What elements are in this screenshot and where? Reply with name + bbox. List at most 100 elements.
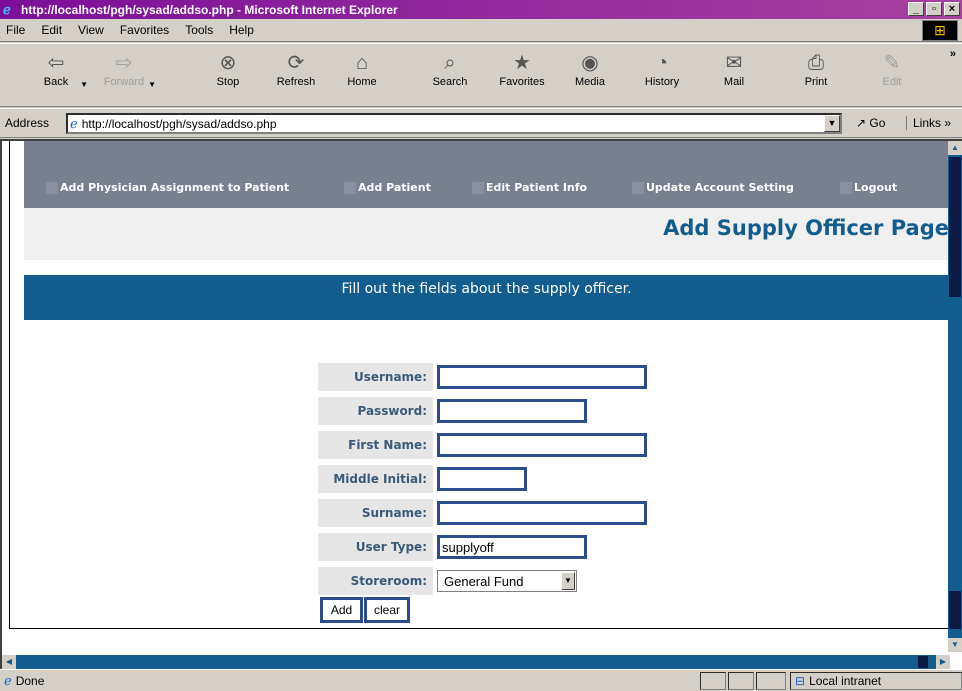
storeroom-selected-value: General Fund [444, 573, 524, 589]
vertical-scrollbar[interactable]: ▲ ▼ [948, 141, 962, 652]
links-button[interactable]: Links » [906, 116, 951, 130]
menu-favorites[interactable]: Favorites [120, 23, 169, 37]
nav-bullet-icon [46, 181, 58, 194]
user-type-label: User Type: [318, 533, 433, 561]
storeroom-select[interactable]: General Fund ▼ [437, 570, 577, 592]
horizontal-scrollbar-thumb[interactable] [918, 656, 928, 668]
middle-initial-row: Middle Initial: [318, 465, 527, 493]
add-button[interactable]: Add [320, 597, 363, 623]
user-type-input[interactable]: supplyoff [437, 535, 587, 559]
menu-view[interactable]: View [78, 23, 104, 37]
history-button[interactable]: ◔ History [634, 50, 690, 88]
clear-button[interactable]: clear [364, 597, 410, 623]
scroll-down-icon[interactable]: ▼ [948, 638, 962, 652]
nav-logout[interactable]: Logout [840, 181, 897, 194]
nav-add-patient[interactable]: Add Patient [344, 181, 431, 194]
mail-button[interactable]: ✉ Mail [706, 50, 762, 88]
address-bar: Address ℯ http://localhost/pgh/sysad/add… [0, 108, 962, 138]
address-input[interactable]: ℯ http://localhost/pgh/sysad/addso.php ▼ [66, 113, 842, 134]
status-bar: ℯ Done ⊟ Local intranet [0, 669, 962, 691]
back-arrow-icon: ⇦ [47, 52, 65, 74]
title-bar: ℯ http://localhost/pgh/sysad/addso.php -… [0, 0, 962, 19]
nav-edit-patient-info[interactable]: Edit Patient Info [472, 181, 587, 194]
nav-bullet-icon [632, 181, 644, 194]
stop-icon: ⊗ [219, 52, 237, 74]
history-icon: ◔ [655, 52, 669, 74]
scroll-up-icon[interactable]: ▲ [948, 141, 962, 155]
status-panel [728, 672, 754, 690]
nav-add-physician-assignment[interactable]: Add Physician Assignment to Patient [46, 181, 289, 194]
search-icon: ⌕ [444, 52, 456, 74]
edit-icon: ✎ [883, 52, 901, 74]
horizontal-scrollbar[interactable]: ◀ ▶ [2, 655, 950, 669]
content-viewport: Add Physician Assignment to Patient Add … [0, 139, 962, 669]
refresh-button[interactable]: ⟳ Refresh [268, 50, 324, 88]
favorites-icon: ★ [513, 52, 531, 74]
media-button[interactable]: ◉ Media [562, 50, 618, 88]
favorites-label: Favorites [499, 76, 545, 88]
back-button[interactable]: ⇦ Back ▼ [28, 50, 88, 89]
middle-initial-label: Middle Initial: [318, 465, 433, 493]
back-label: Back [43, 76, 69, 88]
forward-arrow-icon: ⇨ [115, 52, 133, 74]
password-input[interactable] [437, 399, 587, 423]
page-icon: ℯ [70, 115, 78, 131]
nav-label: Logout [854, 181, 898, 194]
page-title: Add Supply Officer Page [663, 216, 948, 240]
close-button[interactable]: × [944, 2, 960, 16]
edit-button[interactable]: ✎ Edit [864, 50, 920, 88]
search-label: Search [432, 76, 468, 88]
menu-help[interactable]: Help [229, 23, 254, 37]
nav-bullet-icon [472, 181, 484, 194]
print-button[interactable]: ⎙ Print [788, 50, 844, 88]
mail-label: Mail [723, 76, 745, 88]
home-label: Home [347, 76, 377, 88]
menu-edit[interactable]: Edit [41, 23, 62, 37]
menu-tools[interactable]: Tools [185, 23, 213, 37]
scrollbar-thumb[interactable] [949, 157, 961, 297]
password-row: Password: [318, 397, 587, 425]
first-name-input[interactable] [437, 433, 647, 457]
go-button[interactable]: ↗ Go [856, 116, 885, 130]
username-label: Username: [318, 363, 433, 391]
maximize-button[interactable]: ▫ [926, 2, 942, 16]
intranet-icon: ⊟ [795, 674, 806, 688]
nav-bullet-icon [344, 181, 356, 194]
menu-bar: File Edit View Favorites Tools Help ⊞ [0, 19, 962, 42]
go-arrow-icon: ↗ [856, 116, 867, 130]
refresh-icon: ⟳ [287, 52, 305, 74]
window-title: http://localhost/pgh/sysad/addso.php - M… [21, 2, 398, 17]
print-label: Print [804, 76, 828, 88]
security-zone: ⊟ Local intranet [790, 672, 962, 690]
forward-label: Forward [103, 76, 145, 88]
surname-input[interactable] [437, 501, 647, 525]
back-dropdown-icon[interactable]: ▼ [80, 80, 88, 89]
menu-file[interactable]: File [6, 23, 25, 37]
ie-logo-icon: ℯ [3, 1, 11, 17]
nav-label: Add Physician Assignment to Patient [60, 181, 290, 194]
minimize-button[interactable]: _ [908, 2, 924, 16]
nav-update-account-setting[interactable]: Update Account Setting [632, 181, 794, 194]
scroll-left-icon[interactable]: ◀ [2, 655, 16, 669]
windows-logo-icon: ⊞ [922, 20, 958, 41]
nav-label: Edit Patient Info [486, 181, 588, 194]
forward-button[interactable]: ⇨ Forward ▼ [96, 50, 156, 89]
middle-initial-input[interactable] [437, 467, 527, 491]
username-input[interactable] [437, 365, 647, 389]
toolbar-overflow-chevron-icon[interactable]: » [950, 48, 956, 60]
home-button[interactable]: ⌂ Home [334, 50, 390, 88]
scroll-right-icon[interactable]: ▶ [936, 655, 950, 669]
media-icon: ◉ [581, 52, 599, 74]
nav-bar: Add Physician Assignment to Patient Add … [24, 141, 948, 208]
address-dropdown-icon[interactable]: ▼ [824, 115, 840, 132]
stop-button[interactable]: ⊗ Stop [200, 50, 256, 88]
user-type-row: User Type: supplyoff [318, 533, 587, 561]
storeroom-dropdown-icon[interactable]: ▼ [561, 572, 575, 590]
mail-icon: ✉ [725, 52, 743, 74]
forward-dropdown-icon[interactable]: ▼ [148, 80, 156, 89]
search-button[interactable]: ⌕ Search [422, 50, 478, 88]
address-url: http://localhost/pgh/sysad/addso.php [81, 116, 277, 131]
edit-label: Edit [882, 76, 902, 88]
favorites-button[interactable]: ★ Favorites [494, 50, 550, 88]
history-label: History [644, 76, 680, 88]
